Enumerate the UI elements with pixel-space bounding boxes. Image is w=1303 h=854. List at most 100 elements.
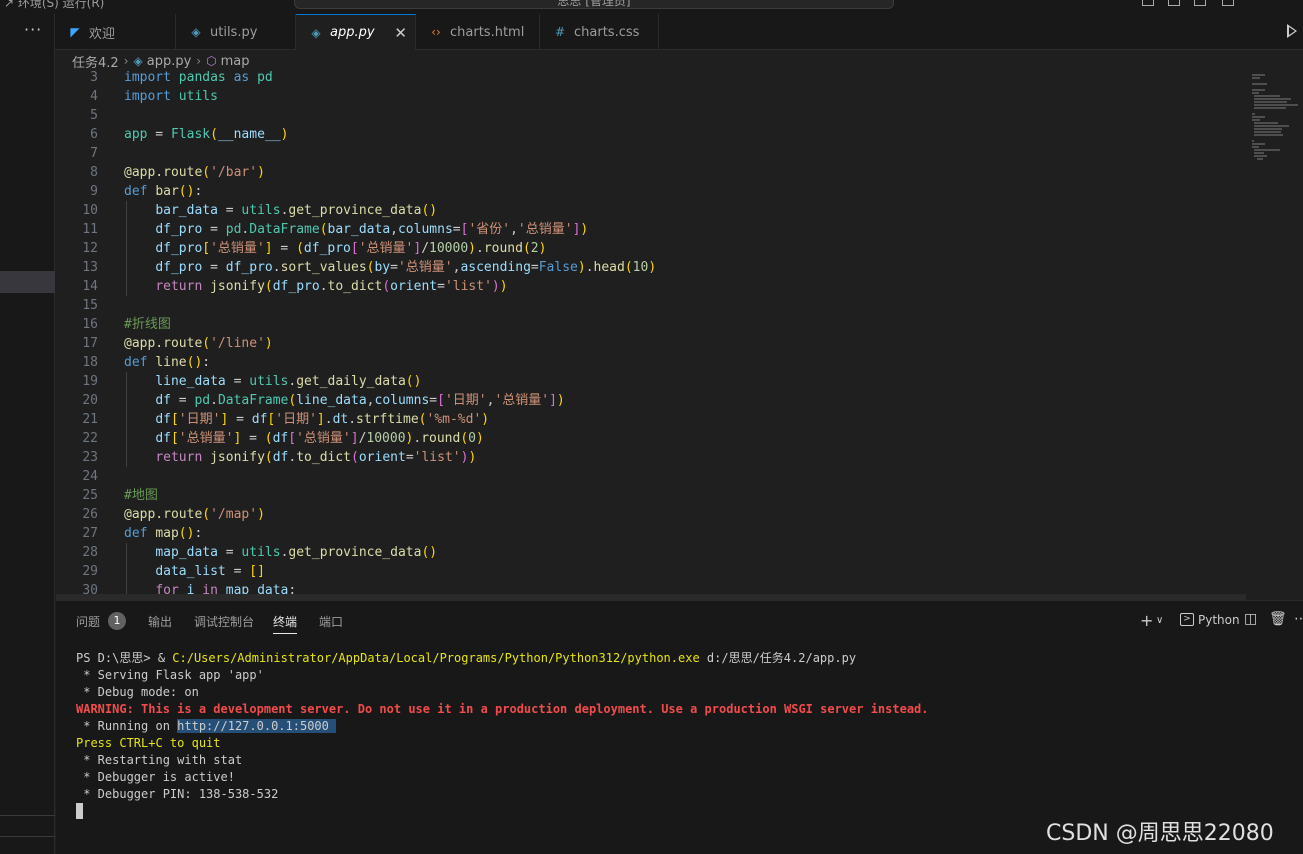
code-text: df['日期'] = df['日期'].dt.strftime('%m-%d') bbox=[155, 412, 490, 427]
chevron-down-icon[interactable]: ∨ bbox=[1156, 615, 1163, 626]
code-line[interactable]: 13 df_pro = df_pro.sort_values(by='总销量',… bbox=[56, 258, 1246, 277]
line-number: 21 bbox=[82, 412, 98, 427]
panel-toggle-icon[interactable] bbox=[1168, 0, 1180, 6]
tab-charts-css[interactable]: # charts.css bbox=[540, 14, 659, 50]
line-number: 22 bbox=[82, 431, 98, 446]
code-line[interactable]: 28 map_data = utils.get_province_data() bbox=[56, 543, 1246, 562]
code-line[interactable]: 15 bbox=[56, 296, 1246, 315]
python-file-icon: ◈ bbox=[191, 25, 201, 39]
line-number: 10 bbox=[82, 203, 98, 218]
close-icon[interactable]: ✕ bbox=[394, 24, 407, 42]
code-line[interactable]: 6 app = Flask(__name__) bbox=[56, 125, 1246, 144]
terminal-line-quit: Press CTRL+C to quit bbox=[76, 735, 1296, 752]
terminal-line: * Restarting with stat bbox=[76, 753, 243, 767]
code-text: @app.route('/line') bbox=[124, 336, 273, 351]
selected-explorer-item[interactable] bbox=[0, 271, 55, 293]
run-icon[interactable] bbox=[1287, 24, 1297, 38]
code-text: @app.route('/map') bbox=[124, 507, 265, 522]
code-line[interactable]: 29 data_list = [] bbox=[56, 562, 1246, 581]
split-terminal-icon[interactable]: ◫ bbox=[1244, 611, 1257, 627]
layout-toggle-icon[interactable] bbox=[1142, 0, 1154, 6]
line-number: 11 bbox=[82, 222, 98, 237]
terminal-line: * Serving Flask app 'app' bbox=[76, 668, 264, 682]
minimap-line bbox=[1256, 158, 1264, 160]
terminal-exe-path: C:/Users/Administrator/AppData/Local/Pro… bbox=[172, 651, 700, 665]
minimap-line bbox=[1254, 122, 1279, 124]
warning-text: WARNING: This is a development server. D… bbox=[76, 702, 929, 716]
line-number: 7 bbox=[90, 146, 98, 161]
terminal-output[interactable]: PS D:\思思> & C:/Users/Administrator/AppDa… bbox=[76, 650, 1296, 820]
code-line[interactable]: 17 @app.route('/line') bbox=[56, 334, 1246, 353]
code-text: df_pro = df_pro.sort_values(by='总销量',asc… bbox=[155, 260, 657, 275]
add-terminal-icon[interactable]: + bbox=[1140, 611, 1153, 630]
breadcrumb-file[interactable]: app.py bbox=[147, 54, 192, 69]
tab-app-py[interactable]: ◈ app.py ✕ bbox=[296, 14, 416, 50]
minimap-line bbox=[1252, 92, 1259, 94]
code-line[interactable]: 18 def line(): bbox=[56, 353, 1246, 372]
breadcrumb-folder[interactable]: 任务4.2 bbox=[72, 52, 119, 71]
menu-bar-text[interactable]: ↗ 环境(S) 运行(R) bbox=[4, 0, 104, 11]
panel-tab-output[interactable]: 输出 bbox=[148, 613, 172, 630]
code-line[interactable]: 14 return jsonify(df_pro.to_dict(orient=… bbox=[56, 277, 1246, 296]
panel-tab-terminal[interactable]: 终端 bbox=[273, 613, 298, 634]
panel-tab-problems[interactable]: 问题 bbox=[76, 613, 100, 630]
code-editor[interactable]: 3 import pandas as pd 4 import utils 5 6 app =… bbox=[56, 70, 1246, 600]
code-text: map_data = utils.get_province_data() bbox=[155, 545, 438, 560]
minimap-line bbox=[1252, 83, 1267, 85]
code-line[interactable]: 9 def bar(): bbox=[56, 182, 1246, 201]
code-line[interactable]: 22 df['总销量'] = (df['总销量']/10000).round(0… bbox=[56, 429, 1246, 448]
sidebar-toggle-icon[interactable] bbox=[1194, 0, 1206, 6]
customize-layout-icon[interactable] bbox=[1222, 0, 1234, 6]
minimap[interactable] bbox=[1246, 70, 1303, 600]
code-line[interactable]: 7 bbox=[56, 144, 1246, 163]
line-number: 18 bbox=[82, 355, 98, 370]
code-line[interactable]: 4 import utils bbox=[56, 87, 1246, 106]
minimap-line bbox=[1254, 128, 1283, 130]
line-number: 16 bbox=[82, 317, 98, 332]
problems-count-badge: 1 bbox=[108, 612, 126, 630]
code-line[interactable]: 27 def map(): bbox=[56, 524, 1246, 543]
breadcrumb-symbol[interactable]: map bbox=[221, 54, 250, 69]
code-line[interactable]: 23 return jsonify(df.to_dict(orient='lis… bbox=[56, 448, 1246, 467]
command-center[interactable]: 思思 [管理员] bbox=[294, 0, 894, 9]
minimap-line bbox=[1254, 149, 1280, 151]
code-line[interactable]: 26 @app.route('/map') bbox=[56, 505, 1246, 524]
line-number: 19 bbox=[82, 374, 98, 389]
code-line[interactable]: 10 bar_data = utils.get_province_data() bbox=[56, 201, 1246, 220]
code-line[interactable]: 16 #折线图 bbox=[56, 315, 1246, 334]
code-line[interactable]: 12 df_pro['总销量'] = (df_pro['总销量']/10000)… bbox=[56, 239, 1246, 258]
code-line[interactable]: 24 bbox=[56, 467, 1246, 486]
code-line[interactable]: 25 #地图 bbox=[56, 486, 1246, 505]
server-url-link[interactable]: http://127.0.0.1:5000 bbox=[177, 719, 337, 733]
panel-tab-ports[interactable]: 端口 bbox=[319, 613, 343, 630]
more-actions-icon[interactable]: ··· bbox=[24, 20, 42, 39]
code-text: df_pro = pd.DataFrame(bar_data,columns=[… bbox=[155, 222, 589, 237]
line-number: 4 bbox=[90, 89, 98, 104]
tab-charts-html[interactable]: ‹› charts.html bbox=[416, 14, 540, 50]
code-line[interactable]: 11 df_pro = pd.DataFrame(bar_data,column… bbox=[56, 220, 1246, 239]
terminal-profile-label[interactable]: Python bbox=[1198, 613, 1240, 627]
code-line[interactable]: 3 import pandas as pd bbox=[56, 70, 1246, 87]
code-line[interactable]: 8 @app.route('/bar') bbox=[56, 163, 1246, 182]
code-line[interactable]: 20 df = pd.DataFrame(line_data,columns=[… bbox=[56, 391, 1246, 410]
code-text: @app.route('/bar') bbox=[124, 165, 265, 180]
code-text: #地图 bbox=[124, 488, 158, 503]
code-line[interactable]: 19 line_data = utils.get_daily_data() bbox=[56, 372, 1246, 391]
minimap-line bbox=[1252, 116, 1266, 118]
chevron-right-icon: › bbox=[123, 54, 129, 68]
more-actions-icon[interactable]: ⋯ bbox=[1294, 611, 1303, 627]
code-text: data_list = [] bbox=[155, 564, 265, 579]
minimap-line bbox=[1252, 140, 1255, 142]
terminal-line: * Debugger is active! bbox=[76, 770, 235, 784]
tab-welcome[interactable]: ◤ 欢迎 bbox=[55, 14, 176, 50]
code-line[interactable]: 21 df['日期'] = df['日期'].dt.strftime('%m-%… bbox=[56, 410, 1246, 429]
watermark: CSDN @周思思22080 bbox=[1046, 821, 1274, 846]
minimap-line bbox=[1254, 134, 1284, 136]
panel-tab-debug-console[interactable]: 调试控制台 bbox=[194, 613, 254, 630]
tab-utils-py[interactable]: ◈ utils.py bbox=[176, 14, 296, 50]
trash-icon[interactable]: 🗑 bbox=[1269, 611, 1287, 627]
minimap-line bbox=[1254, 152, 1265, 154]
minimap-line bbox=[1254, 131, 1281, 133]
code-line[interactable]: 5 bbox=[56, 106, 1246, 125]
line-number: 17 bbox=[82, 336, 98, 351]
